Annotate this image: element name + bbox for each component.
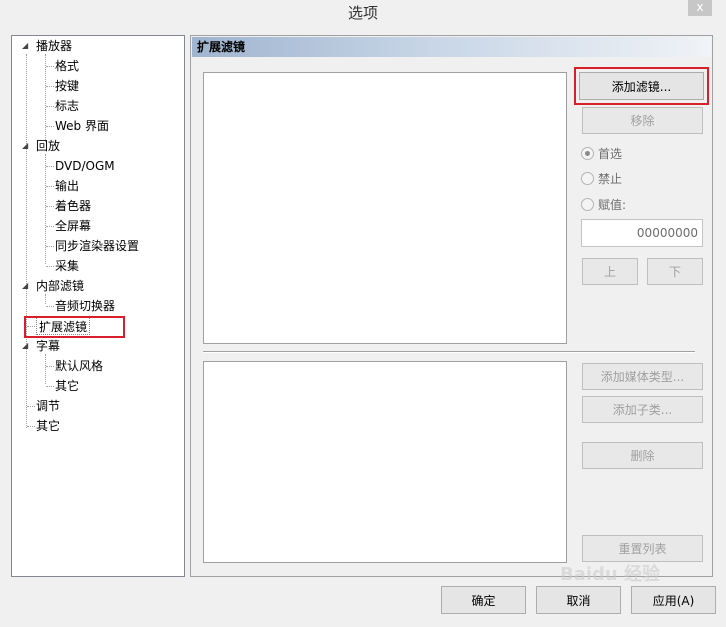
add-media-type-button[interactable]: 添加媒体类型... <box>582 363 703 390</box>
radio-prefer[interactable]: 首选 <box>581 145 622 161</box>
divider <box>203 351 695 353</box>
expand-arrow-icon[interactable]: ◢ <box>22 337 32 355</box>
radio-unchecked-icon[interactable] <box>581 171 594 185</box>
tree-item-capture[interactable]: 采集 <box>55 257 79 275</box>
tree-item-audio-switcher[interactable]: 音频切换器 <box>55 297 115 315</box>
tree-root-connector <box>26 54 27 428</box>
highlight-annotation <box>24 316 125 338</box>
tree-item-dvd-ogm[interactable]: DVD/OGM <box>55 157 115 175</box>
tree-item-web-interface[interactable]: Web 界面 <box>55 117 109 135</box>
panel-title: 扩展滤镜 <box>192 37 711 57</box>
close-icon[interactable]: x <box>696 0 703 14</box>
tree-item-logo[interactable]: 标志 <box>55 97 79 115</box>
move-up-button[interactable]: 上 <box>582 258 638 285</box>
tree-item-subtitles-misc[interactable]: 其它 <box>55 377 79 395</box>
move-down-button[interactable]: 下 <box>647 258 703 285</box>
close-button[interactable]: x <box>688 0 712 16</box>
expand-arrow-icon[interactable]: ◢ <box>22 137 32 155</box>
baidu-watermark: Baidu 经验 <box>560 564 661 585</box>
ok-button[interactable]: 确定 <box>441 586 526 614</box>
add-filter-button[interactable]: 添加滤镜... <box>574 67 709 105</box>
radio-prefer-label: 首选 <box>598 146 623 161</box>
tree-item-default-style[interactable]: 默认风格 <box>55 357 103 375</box>
tree-item-tweaks[interactable]: 调节 <box>36 397 60 415</box>
tree-item-output[interactable]: 输出 <box>55 177 79 195</box>
tree-item-formats[interactable]: 格式 <box>55 57 79 75</box>
radio-merit[interactable]: 赋值: <box>581 196 626 212</box>
reset-list-button[interactable]: 重置列表 <box>582 535 703 562</box>
expand-arrow-icon[interactable]: ◢ <box>22 277 32 295</box>
tree-connector <box>45 154 46 264</box>
tree-item-internal-filters[interactable]: 内部滤镜 <box>36 277 84 295</box>
radio-block-label: 禁止 <box>598 171 623 186</box>
tree-item-player[interactable]: 播放器 <box>36 37 72 55</box>
tree-connector <box>45 294 46 304</box>
window-title: 选项 <box>347 4 378 22</box>
tree-item-playback[interactable]: 回放 <box>36 137 60 155</box>
tree-connector <box>45 354 46 384</box>
title-bar: 选项 x <box>0 0 726 26</box>
cancel-button[interactable]: 取消 <box>536 586 621 614</box>
radio-merit-label: 赋值: <box>598 197 627 212</box>
tree-item-sync-renderer[interactable]: 同步渲染器设置 <box>55 237 139 255</box>
tree-item-fullscreen[interactable]: 全屏幕 <box>55 217 91 235</box>
remove-button[interactable]: 移除 <box>582 107 703 134</box>
filter-list[interactable] <box>203 72 567 344</box>
radio-block[interactable]: 禁止 <box>581 170 622 186</box>
media-type-list[interactable] <box>203 361 567 563</box>
apply-button[interactable]: 应用(A) <box>631 586 716 614</box>
merit-value-field[interactable]: 00000000 <box>581 219 703 247</box>
tree-item-subtitles[interactable]: 字幕 <box>36 337 60 355</box>
tree-item-shaders[interactable]: 着色器 <box>55 197 91 215</box>
tree-item-keys[interactable]: 按键 <box>55 77 79 95</box>
radio-unchecked-icon[interactable] <box>581 197 594 211</box>
tree-connector <box>45 54 46 142</box>
delete-button[interactable]: 删除 <box>582 442 703 469</box>
tree-item-misc[interactable]: 其它 <box>36 417 60 435</box>
expand-arrow-icon[interactable]: ◢ <box>22 37 32 55</box>
add-subtype-button[interactable]: 添加子类... <box>582 396 703 423</box>
radio-checked-icon[interactable] <box>581 146 594 160</box>
options-tree[interactable]: ◢ 播放器 格式 按键 标志 Web 界面 ◢ 回放 DVD/OGM 输出 着色… <box>11 35 185 577</box>
